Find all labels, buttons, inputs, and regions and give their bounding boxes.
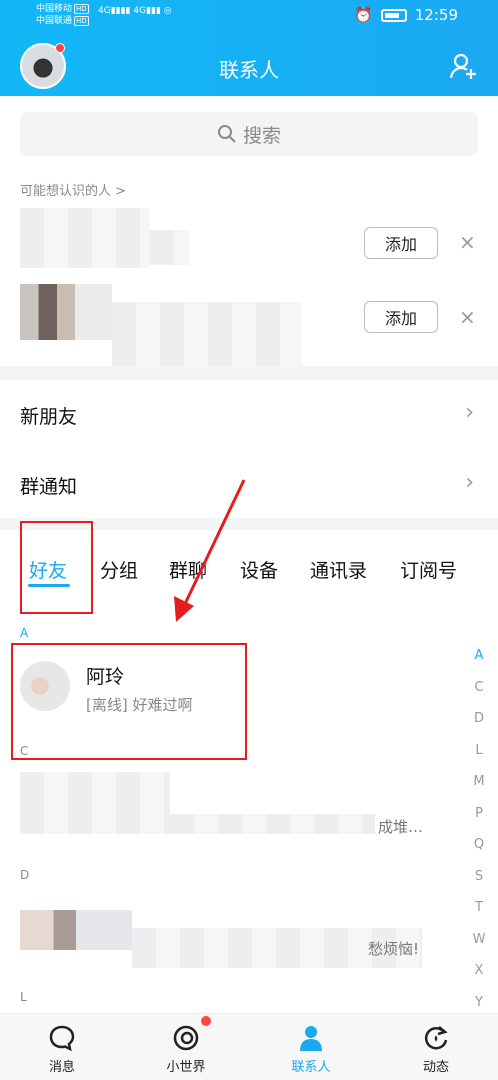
status-right: ⏰ 12:59 <box>354 6 458 24</box>
status-carrier: 中国移动 HD 中国联通 HD <box>36 3 89 27</box>
friend-avatar[interactable] <box>20 661 70 711</box>
nav-label-contacts: 联系人 <box>291 1060 331 1075</box>
dismiss-button[interactable]: × <box>459 230 476 254</box>
index-letter[interactable]: M <box>467 766 491 798</box>
section-header-d: D <box>20 868 30 882</box>
new-friends-item[interactable]: 新朋友 <box>20 402 77 429</box>
notification-dot <box>201 1016 211 1026</box>
chevron-right-icon: › <box>465 470 474 495</box>
friend-name[interactable]: 阿玲 <box>86 662 124 689</box>
status-time: 12:59 <box>414 6 458 24</box>
friend-status: [离线] 好难过啊 <box>86 696 193 714</box>
blurred-contact-status: 愁烦恼! <box>368 940 420 958</box>
search-bar[interactable]: 搜索 <box>20 112 478 156</box>
nav-activity[interactable]: 动态 <box>396 1014 476 1080</box>
alarm-icon: ⏰ <box>354 6 373 24</box>
blurred-contact-avatar <box>20 772 170 834</box>
divider <box>0 366 498 380</box>
tab-subscriptions[interactable]: 订阅号 <box>400 556 457 583</box>
battery-icon <box>380 8 407 22</box>
contacts-person-icon <box>300 1026 322 1051</box>
index-letter[interactable]: Q <box>467 829 491 861</box>
section-header-a: A <box>20 626 29 640</box>
blurred-suggestion-avatar <box>20 208 150 268</box>
blurred-suggestion-name <box>150 230 190 265</box>
network-type: 4G <box>98 6 111 16</box>
blurred-contact-avatar <box>20 910 132 950</box>
nav-label-activity: 动态 <box>422 1060 449 1075</box>
chevron-right-icon: › <box>465 400 474 425</box>
index-letter[interactable]: T <box>467 892 491 924</box>
index-letter[interactable]: W <box>467 924 491 956</box>
tab-address-book[interactable]: 通讯录 <box>310 556 367 583</box>
index-letter[interactable]: P <box>467 798 491 830</box>
alphabet-index[interactable]: A C D L M P Q S T W X Y <box>467 640 491 1018</box>
blurred-contact-text <box>170 814 375 834</box>
nav-label-messages: 消息 <box>48 1060 75 1075</box>
page-title: 联系人 <box>219 58 279 82</box>
index-letter[interactable]: A <box>467 640 491 672</box>
add-button[interactable]: 添加 <box>364 227 438 259</box>
notification-dot <box>55 43 65 53</box>
annotation-box <box>20 521 93 614</box>
carrier-2: 中国联通 <box>36 16 73 26</box>
add-button[interactable]: 添加 <box>364 301 438 333</box>
nav-contacts[interactable]: 联系人 <box>271 1014 351 1080</box>
nav-messages[interactable]: 消息 <box>22 1014 102 1080</box>
nav-label-small-world: 小世界 <box>166 1060 206 1075</box>
dismiss-button[interactable]: × <box>459 305 476 329</box>
blurred-suggestion-name <box>112 302 302 366</box>
group-notice-item[interactable]: 群通知 <box>20 472 77 499</box>
search-icon <box>217 125 236 143</box>
add-contact-icon[interactable] <box>449 52 477 80</box>
blurred-contact-status: 成堆… <box>378 818 424 836</box>
tab-groups[interactable]: 分组 <box>100 556 138 583</box>
chat-bubble-icon <box>49 1025 75 1052</box>
hd-badge: HD <box>74 3 89 14</box>
section-header-l: L <box>20 990 27 1004</box>
signal-icons: 4G▮▮▮▮ 4G▮▮▮ ◎ <box>98 6 172 16</box>
section-header-c: C <box>20 744 29 758</box>
nav-small-world[interactable]: 小世界 <box>146 1014 226 1080</box>
bottom-nav: 消息 小世界 联系人 动态 <box>0 1013 498 1080</box>
network-type: 4G <box>133 6 147 16</box>
blurred-suggestion-avatar <box>20 284 112 340</box>
index-letter[interactable]: D <box>467 703 491 735</box>
refresh-star-icon <box>424 1026 448 1050</box>
hd-badge: HD <box>74 15 89 26</box>
may-know-header[interactable]: 可能想认识的人 > <box>20 180 126 199</box>
carrier-1: 中国移动 <box>36 4 73 14</box>
index-letter[interactable]: L <box>467 735 491 767</box>
annotation-arrow-icon <box>174 479 246 622</box>
search-placeholder: 搜索 <box>242 124 281 147</box>
planet-icon <box>173 1025 199 1051</box>
index-letter[interactable]: X <box>467 955 491 987</box>
index-letter[interactable]: C <box>467 672 491 704</box>
index-letter[interactable]: S <box>467 861 491 893</box>
